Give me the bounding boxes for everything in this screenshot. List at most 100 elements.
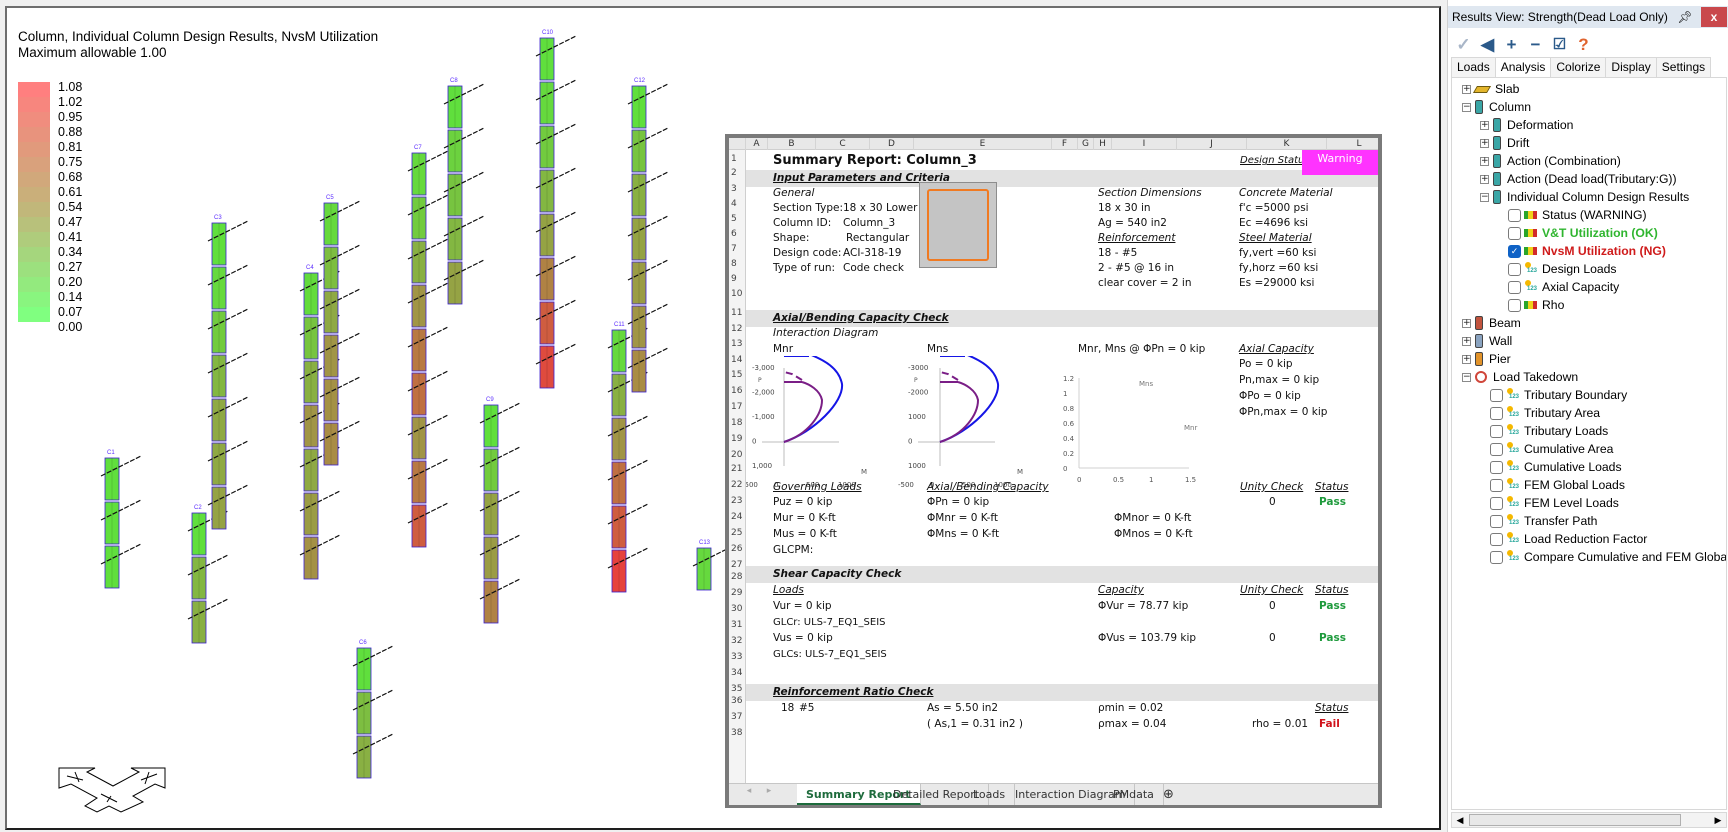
- expand-icon[interactable]: +: [1480, 174, 1489, 184]
- row-header[interactable]: 24: [729, 512, 746, 522]
- column-header[interactable]: D: [870, 138, 914, 150]
- column-header[interactable]: H: [1094, 138, 1112, 150]
- expand-icon[interactable]: +: [1462, 354, 1471, 364]
- row-header[interactable]: 15: [729, 370, 746, 380]
- row-header[interactable]: 32: [729, 636, 746, 646]
- column-header[interactable]: L: [1327, 138, 1378, 150]
- row-header[interactable]: 13: [729, 339, 746, 349]
- row-header[interactable]: 9: [729, 274, 746, 284]
- tree-item[interactable]: 123 Load Reduction Factor: [1490, 530, 1647, 548]
- row-header[interactable]: 6: [729, 229, 746, 239]
- row-header[interactable]: 17: [729, 402, 746, 412]
- expand-icon[interactable]: +: [1462, 84, 1471, 94]
- row-header[interactable]: 1: [729, 154, 746, 164]
- column-stack[interactable]: C1: [100, 450, 142, 589]
- back-arrow-icon[interactable]: ◀: [1478, 35, 1497, 54]
- summary-report-sheet[interactable]: ABCDEFGHIJKL 1 2 3 4 5 6 7 8 9 10 11 12 13 14 15 16 17 18…: [725, 134, 1382, 808]
- pin-icon[interactable]: 📌︎: [1677, 6, 1693, 28]
- tree-item[interactable]: Status (WARNING): [1508, 206, 1647, 224]
- expand-icon[interactable]: +: [1480, 138, 1489, 148]
- tree-horizontal-scrollbar[interactable]: ◀ ▶: [1451, 812, 1727, 828]
- tree-checkbox[interactable]: [1490, 442, 1503, 456]
- column-header[interactable]: A: [746, 138, 768, 150]
- tree-item[interactable]: 123 Cumulative Area: [1490, 440, 1613, 458]
- tree-item[interactable]: V&T Utilization (OK): [1508, 224, 1658, 242]
- tree-item[interactable]: − Load Takedown: [1462, 368, 1578, 386]
- tree-item[interactable]: + Pier: [1462, 350, 1511, 368]
- tree-item[interactable]: Rho: [1508, 296, 1564, 314]
- column-header[interactable]: F: [1052, 138, 1078, 150]
- row-header[interactable]: 35: [729, 684, 746, 694]
- tree-item[interactable]: 123 Design Loads: [1508, 260, 1617, 278]
- row-header[interactable]: 27: [729, 560, 746, 570]
- column-stack[interactable]: C6: [352, 640, 394, 779]
- tree-checkbox[interactable]: [1490, 550, 1503, 564]
- tree-checkbox[interactable]: [1508, 226, 1521, 240]
- tree-item[interactable]: 123 Tributary Boundary: [1490, 386, 1627, 404]
- tree-checkbox[interactable]: [1490, 424, 1503, 438]
- row-header[interactable]: 21: [729, 464, 746, 474]
- help-icon[interactable]: ?: [1574, 35, 1593, 54]
- column-stack[interactable]: C5: [319, 195, 361, 466]
- expand-icon[interactable]: +: [1462, 336, 1471, 346]
- expand-icon[interactable]: +: [1462, 318, 1471, 328]
- tree-item[interactable]: 123 Tributary Area: [1490, 404, 1600, 422]
- row-header[interactable]: 18: [729, 418, 746, 428]
- tree-item[interactable]: 123 Cumulative Loads: [1490, 458, 1622, 476]
- row-header[interactable]: 29: [729, 588, 746, 598]
- column-header[interactable]: E: [914, 138, 1052, 150]
- column-header[interactable]: J: [1177, 138, 1247, 150]
- tab-colorize[interactable]: Colorize: [1550, 57, 1607, 77]
- row-header[interactable]: 26: [729, 544, 746, 554]
- row-header[interactable]: 16: [729, 386, 746, 396]
- scroll-right-icon[interactable]: ▶: [1710, 813, 1726, 827]
- scroll-left-icon[interactable]: ◀: [1452, 813, 1468, 827]
- column-stack[interactable]: C9: [479, 397, 521, 624]
- tree-item[interactable]: + Drift: [1480, 134, 1529, 152]
- tree-checkbox[interactable]: [1490, 514, 1503, 528]
- column-stack[interactable]: C7: [407, 145, 449, 548]
- tree-item[interactable]: + Action (Dead load(Tributary:G)): [1480, 170, 1677, 188]
- column-header[interactable]: B: [768, 138, 816, 150]
- view-orientation-icon[interactable]: [57, 766, 169, 814]
- row-header[interactable]: 20: [729, 450, 746, 460]
- row-header[interactable]: 2: [729, 168, 746, 178]
- row-header[interactable]: 34: [729, 668, 746, 678]
- row-header[interactable]: 10: [729, 289, 746, 299]
- row-header[interactable]: 5: [729, 214, 746, 224]
- column-stack[interactable]: C12: [627, 78, 669, 393]
- tree-checkbox[interactable]: [1508, 262, 1521, 276]
- tree-item[interactable]: − Column: [1462, 98, 1531, 116]
- tree-checkbox[interactable]: [1490, 532, 1503, 546]
- tree-item[interactable]: 123 Tributary Loads: [1490, 422, 1608, 440]
- row-header[interactable]: 25: [729, 528, 746, 538]
- column-stack[interactable]: C3: [207, 215, 249, 530]
- row-header[interactable]: 33: [729, 652, 746, 662]
- column-header[interactable]: I: [1112, 138, 1177, 150]
- row-header[interactable]: 12: [729, 324, 746, 334]
- tree-item[interactable]: + Beam: [1462, 314, 1521, 332]
- tree-item[interactable]: + Action (Combination): [1480, 152, 1621, 170]
- tree-item[interactable]: + Slab: [1462, 80, 1519, 98]
- tree-item[interactable]: + Deformation: [1480, 116, 1573, 134]
- expand-plus-icon[interactable]: +: [1502, 35, 1521, 54]
- row-header[interactable]: 36: [729, 696, 746, 706]
- column-header[interactable]: C: [816, 138, 870, 150]
- add-sheet-icon[interactable]: ⊕: [1154, 784, 1183, 805]
- row-header[interactable]: 22: [729, 480, 746, 490]
- tab-analysis[interactable]: Analysis: [1494, 57, 1552, 77]
- check-all-icon[interactable]: ☑: [1550, 35, 1569, 54]
- collapse-minus-icon[interactable]: −: [1526, 35, 1545, 54]
- column-header[interactable]: G: [1078, 138, 1094, 150]
- tree-checkbox[interactable]: [1508, 298, 1521, 312]
- tree-item[interactable]: ✓ NvsM Utilization (NG): [1508, 242, 1666, 260]
- apply-check-icon[interactable]: ✓: [1454, 35, 1473, 54]
- row-header[interactable]: 19: [729, 434, 746, 444]
- row-header[interactable]: 11: [729, 308, 746, 318]
- row-header[interactable]: 30: [729, 604, 746, 614]
- row-header[interactable]: 23: [729, 496, 746, 506]
- row-header[interactable]: 8: [729, 259, 746, 269]
- tree-checkbox[interactable]: [1490, 460, 1503, 474]
- column-header[interactable]: [729, 138, 746, 150]
- tree-item[interactable]: 123 FEM Global Loads: [1490, 476, 1625, 494]
